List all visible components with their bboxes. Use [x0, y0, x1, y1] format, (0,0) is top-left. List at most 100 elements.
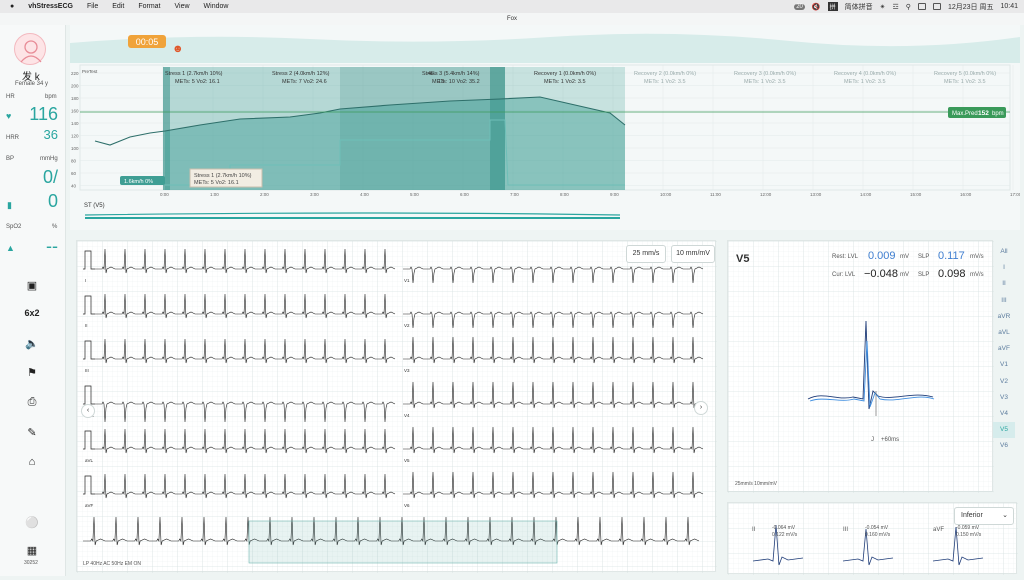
menu-format[interactable]: Format	[138, 3, 160, 10]
x-tick-label: 14:00	[860, 192, 872, 197]
bp-systolic: 0/	[42, 167, 58, 187]
bp-cuff-icon: ▮	[7, 200, 12, 210]
x-tick-label: 12:00	[760, 192, 772, 197]
spo2-value: --	[46, 236, 58, 256]
x-tick-label: 2:00	[260, 192, 269, 197]
camera-icon[interactable]: ▣	[24, 279, 40, 293]
lead-item-v1[interactable]: V1	[993, 357, 1015, 373]
x-tick-label: 3:00	[310, 192, 319, 197]
speed-button[interactable]: 25 mm/s	[626, 245, 666, 263]
home-icon[interactable]: ⌂	[24, 456, 40, 470]
window-title: Fox	[0, 13, 1024, 25]
x-ticks: 0:00 1:00 2:00 3:00 4:00 5:00 6:00 7:00 8:00 9:00…	[160, 192, 1022, 197]
lead-item-avr[interactable]: aVR	[993, 309, 1015, 325]
avatar[interactable]	[14, 33, 46, 65]
cur-lvl-label: Cur: LVL	[832, 272, 856, 278]
bp-label: BP	[6, 156, 15, 162]
x-tick-label: 15:00	[910, 192, 922, 197]
patient-info: Female 34 y	[15, 81, 49, 87]
lead-item-avf[interactable]: aVF	[993, 341, 1015, 357]
apple-icon[interactable]: ●	[10, 3, 14, 10]
y-tick-label: 220	[71, 71, 79, 76]
lead-label: aVF	[85, 503, 94, 508]
spo2-icon: ▲	[6, 243, 15, 253]
lead-list: All I II III aVR aVL aVF V1 V2 V3 V4 V5 V6	[993, 244, 1015, 462]
menu-edit[interactable]: Edit	[112, 3, 124, 10]
ecg-12lead-panel: IV1IIV2IIIV3aVRV4aVLV5aVFV6 25 mm/s 10 m…	[76, 240, 717, 573]
menu-app-name[interactable]: vhStressECG	[28, 3, 73, 10]
lead-item-ii[interactable]: II	[993, 276, 1015, 292]
lead-item-v6[interactable]: V6	[993, 438, 1015, 454]
menu-file[interactable]: File	[87, 3, 98, 10]
stage-name: Recovery 3 (0.0km/h 0%)	[734, 71, 796, 77]
lead-item-v4[interactable]: V4	[993, 406, 1015, 422]
lead-label: III	[85, 368, 89, 373]
inferior-panel: II -0.064 mV 0.122 mV/s III -0.054 mV 0.…	[727, 502, 1018, 575]
lead-item-i[interactable]: I	[993, 260, 1015, 276]
x-tick-label: 8:00	[560, 192, 569, 197]
stage-name: Recovery 4 (0.0km/h 0%)	[834, 71, 896, 77]
lead-item-v3[interactable]: V3	[993, 390, 1015, 406]
trend-chart[interactable]: 00:05 ☻ Max.Pred 152 bpm 1.6km/h 0% Stre…	[70, 25, 1022, 230]
hr-label: HR	[6, 94, 15, 100]
x-tick-label: 6:00	[460, 192, 469, 197]
menu-view[interactable]: View	[175, 3, 190, 10]
rhythm-selection[interactable]	[248, 520, 558, 564]
lead-item-avl[interactable]: aVL	[993, 325, 1015, 341]
hrr-label: HRR	[6, 135, 19, 141]
layout-6x2-button[interactable]: 6x2	[20, 308, 44, 322]
status-badge[interactable]: 20	[794, 3, 805, 10]
stage-mets: METs: 1 Vo2: 3.5	[944, 79, 986, 85]
hr-value: 116	[29, 104, 58, 124]
stage-name: Stress 1 (2.7km/h 10%)	[165, 71, 223, 77]
slp-unit-1: mV/s	[970, 254, 984, 260]
slp-unit-2: mV/s	[970, 272, 984, 278]
hrr-value: 36	[43, 127, 58, 142]
print-icon[interactable]: ⎙	[24, 396, 40, 410]
prev-page-button[interactable]: ‹	[81, 404, 95, 418]
tooltip-line1: Stress 1 (2.7km/h 10%)	[194, 173, 252, 179]
y-ticks: 220 200 180 160 140 120 100 80 60 40	[71, 71, 79, 189]
report-icon[interactable]: ✎	[24, 426, 40, 440]
lead-group-value: Inferior	[961, 512, 983, 519]
landscape-band	[70, 33, 1020, 63]
flag-icon[interactable]: ⚑	[24, 366, 40, 380]
time-label[interactable]: 10:41	[1000, 3, 1018, 10]
input-lang-badge[interactable]: 拼	[827, 2, 838, 11]
stage-mets: METs: 7 Vo2: 24.6	[282, 79, 327, 85]
lead-item-v2[interactable]: V2	[993, 374, 1015, 390]
lead-label: V4	[404, 413, 410, 418]
mute-icon[interactable]: 🔇	[812, 3, 821, 11]
inferior-iii-lead: III	[843, 527, 849, 533]
ecg-svg: IV1IIV2IIIV3aVRV4aVLV5aVFV6	[77, 241, 717, 573]
next-page-button[interactable]: ›	[694, 401, 708, 415]
gain-button[interactable]: 10 mm/mV	[671, 245, 715, 263]
lead-item-v5[interactable]: V5	[993, 422, 1015, 439]
slp-label-1: SLP	[918, 254, 930, 260]
battery-icon[interactable]	[917, 3, 926, 10]
lead-label: V1	[404, 278, 410, 283]
lead-group-select[interactable]: Inferior ⌄	[954, 507, 1014, 525]
x-tick-label: 13:00	[810, 192, 822, 197]
lead-item-iii[interactable]: III	[993, 293, 1015, 309]
lead-label: II	[85, 323, 88, 328]
pretest-label: PreTest	[82, 69, 98, 74]
max-pred-label: Max.Pred	[952, 111, 978, 117]
bike-icon[interactable]: ⚪	[24, 516, 40, 530]
date-label[interactable]: 12月23日 周五	[948, 2, 994, 12]
lead-item-all[interactable]: All	[993, 244, 1015, 260]
inferior-iii-lvl: -0.054 mV	[865, 525, 889, 531]
chevron-down-icon: ⌄	[1002, 512, 1008, 519]
wifi-icon[interactable]: ☲	[893, 3, 899, 11]
tooltip-line2: METs: 5 Vo2: 16.1	[194, 180, 239, 186]
search-icon[interactable]: ⚲	[906, 3, 911, 11]
device-icon[interactable]: ▦	[24, 544, 40, 558]
device-counter: 30252	[24, 560, 38, 566]
input-method-label[interactable]: 简体拼音	[845, 2, 873, 12]
y-tick-label: 140	[71, 121, 79, 126]
mute-icon[interactable]: 🔈	[24, 337, 40, 351]
x-tick-label: 4:00	[360, 192, 369, 197]
bluetooth-icon[interactable]: ✴	[880, 3, 886, 11]
menu-window[interactable]: Window	[204, 3, 229, 10]
control-center-icon[interactable]	[932, 3, 941, 10]
